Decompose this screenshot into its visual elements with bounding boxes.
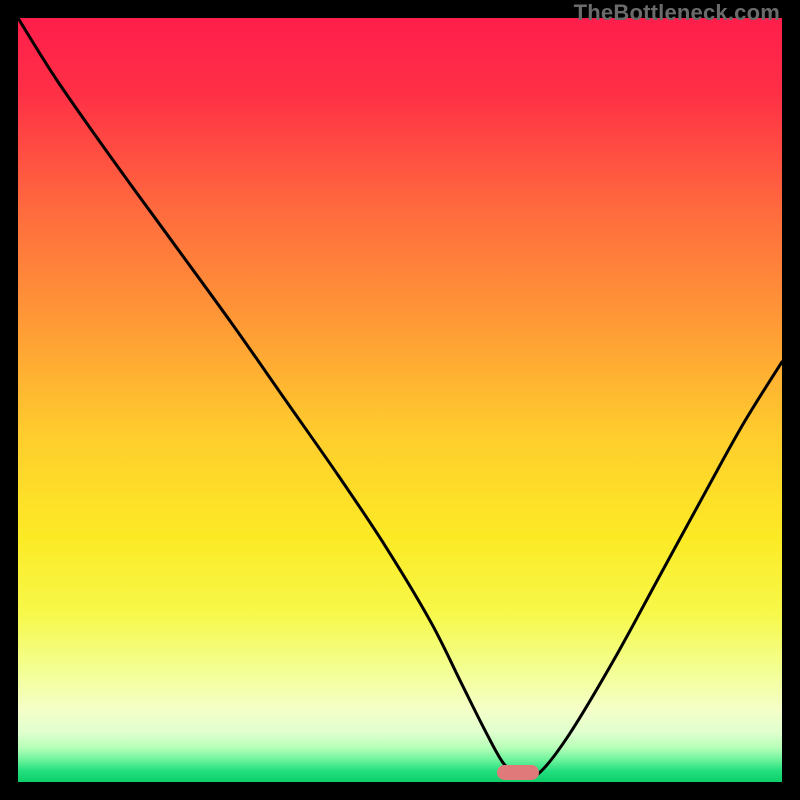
chart-frame: TheBottleneck.com bbox=[0, 0, 800, 800]
optimum-marker bbox=[497, 765, 539, 780]
watermark-text: TheBottleneck.com bbox=[574, 0, 780, 26]
plot-area bbox=[18, 18, 782, 782]
bottleneck-curve bbox=[18, 18, 782, 782]
